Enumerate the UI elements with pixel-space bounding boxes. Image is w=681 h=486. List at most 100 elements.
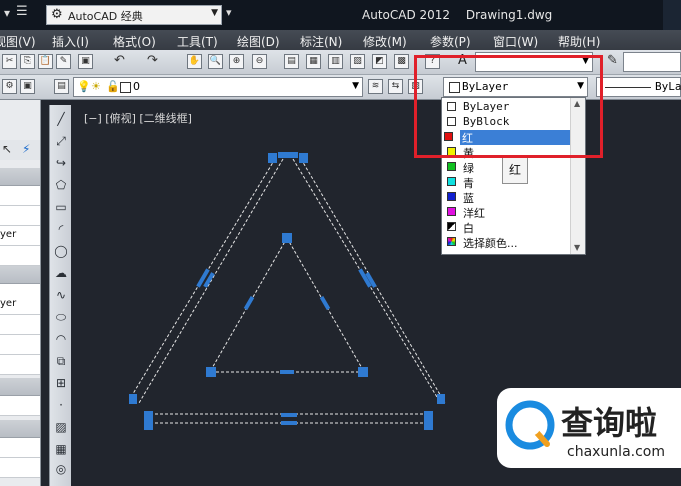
color-option-select-color[interactable]: 选择颜色... <box>445 235 569 250</box>
menu-insert[interactable]: 插入(I) <box>52 33 89 50</box>
list-item[interactable] <box>0 246 40 266</box>
grip[interactable] <box>243 295 255 311</box>
arc-icon[interactable]: ◜ <box>53 221 69 237</box>
color-swatch <box>447 222 456 231</box>
color-option-white[interactable]: 白 <box>445 220 569 235</box>
grip[interactable] <box>299 153 308 163</box>
menu-format[interactable]: 格式(O) <box>113 33 156 50</box>
block-editor-icon[interactable]: ▣ <box>78 54 93 69</box>
menu-help[interactable]: 帮助(H) <box>558 33 600 50</box>
list-item[interactable] <box>0 396 40 416</box>
section-header[interactable] <box>0 168 40 186</box>
scroll-down-icon[interactable]: ▼ <box>574 243 580 252</box>
zoom-realtime-icon[interactable]: 🔍 <box>208 54 223 69</box>
ellipse-arc-icon[interactable]: ◠ <box>53 331 69 347</box>
gear-icon: ⚙ <box>51 7 63 22</box>
color-option-magenta[interactable]: 洋红 <box>445 205 569 220</box>
circle-icon[interactable]: ◯ <box>53 243 69 259</box>
list-item[interactable] <box>0 355 40 375</box>
sheet-set-icon[interactable]: ▧ <box>350 54 365 69</box>
quick-select-icon[interactable]: ⚡ <box>22 142 30 156</box>
option-label: 选择颜色... <box>463 237 518 250</box>
revision-cloud-icon[interactable]: ☁ <box>53 265 69 281</box>
layer-previous-icon[interactable]: ⇆ <box>388 79 403 94</box>
linetype-combo[interactable]: ByLa <box>596 77 681 97</box>
grip[interactable] <box>282 233 292 243</box>
properties-icon[interactable]: ▤ <box>284 54 299 69</box>
make-current-icon[interactable]: ≋ <box>368 79 383 94</box>
cut-icon[interactable]: ✂ <box>2 54 17 69</box>
gradient-icon[interactable]: ▦ <box>53 441 69 457</box>
grip[interactable] <box>129 394 137 404</box>
section-header[interactable] <box>0 378 40 396</box>
grip[interactable] <box>280 370 294 374</box>
watermark-brand: 查询啦 <box>561 404 658 442</box>
dim-style-icon[interactable]: ✎ <box>605 54 620 69</box>
grip[interactable] <box>144 411 153 430</box>
line-icon[interactable]: ╱ <box>53 111 69 127</box>
list-item[interactable] <box>0 206 40 226</box>
undo-icon[interactable]: ↶ <box>112 54 127 69</box>
paste-icon[interactable]: 📋 <box>38 54 53 69</box>
insert-block-icon[interactable]: ⧉ <box>53 353 69 369</box>
pick-icon[interactable]: ↖ <box>2 142 12 156</box>
qat-overflow-icon[interactable]: ▾ <box>4 6 10 20</box>
menu-draw[interactable]: 绘图(D) <box>237 33 280 50</box>
layer-manager-icon[interactable]: ▤ <box>54 79 69 94</box>
section-header[interactable] <box>0 266 40 284</box>
tool-palettes-icon[interactable]: ▥ <box>328 54 343 69</box>
section-header[interactable] <box>0 420 40 438</box>
layer-combo[interactable]: 💡 ☀ 🔓 0 ▼ <box>73 77 363 97</box>
viewport-controls[interactable]: [−] [俯视] [二维线框] <box>84 110 192 126</box>
polygon-icon[interactable]: ⬠ <box>53 177 69 193</box>
menu-window[interactable]: 窗口(W) <box>493 33 538 50</box>
spline-icon[interactable]: ∿ <box>53 287 69 303</box>
zoom-previous-icon[interactable]: ⊖ <box>252 54 267 69</box>
list-item[interactable] <box>0 458 40 478</box>
layer-states-icon[interactable]: ▣ <box>20 79 35 94</box>
ellipse-icon[interactable]: ⬭ <box>53 309 69 325</box>
grip[interactable] <box>358 367 368 377</box>
redo-icon[interactable]: ↷ <box>145 54 160 69</box>
region-icon[interactable]: ◎ <box>53 461 69 477</box>
dim-style-combo[interactable] <box>623 52 681 72</box>
copy-icon[interactable]: ⎘ <box>20 54 35 69</box>
grip[interactable] <box>319 295 331 311</box>
list-item[interactable]: yer <box>0 226 40 246</box>
qat-dropdown-icon[interactable]: ☰ <box>16 4 28 19</box>
grip[interactable] <box>206 367 216 377</box>
point-icon[interactable]: · <box>53 397 69 413</box>
color-option-blue[interactable]: 蓝 <box>445 190 569 205</box>
make-block-icon[interactable]: ⊞ <box>53 375 69 391</box>
grip[interactable] <box>281 421 297 425</box>
hatch-icon[interactable]: ▨ <box>53 419 69 435</box>
menu-dimension[interactable]: 标注(N) <box>300 33 342 50</box>
list-item[interactable] <box>0 335 40 355</box>
menu-view[interactable]: 视图(V) <box>0 33 36 50</box>
list-item[interactable] <box>0 438 40 458</box>
menu-tools[interactable]: 工具(T) <box>177 33 218 50</box>
customize-qat-icon[interactable]: ▾ <box>226 6 232 19</box>
menu-parametric[interactable]: 参数(P) <box>430 33 471 50</box>
grip[interactable] <box>437 394 445 404</box>
list-item[interactable] <box>0 315 40 335</box>
rectangle-icon[interactable]: ▭ <box>53 199 69 215</box>
pan-icon[interactable]: ✋ <box>187 54 202 69</box>
list-item[interactable]: yer <box>0 296 40 315</box>
window-controls[interactable] <box>663 0 681 30</box>
grip[interactable] <box>281 413 297 417</box>
grip[interactable] <box>424 411 433 430</box>
layer-properties-icon[interactable]: ⚙ <box>2 79 17 94</box>
grip[interactable] <box>268 153 277 163</box>
workspace-select[interactable]: ⚙ AutoCAD 经典 ▼ <box>46 5 222 25</box>
menu-modify[interactable]: 修改(M) <box>363 33 407 50</box>
match-properties-icon[interactable]: ✎ <box>56 54 71 69</box>
design-center-icon[interactable]: ▦ <box>306 54 321 69</box>
zoom-window-icon[interactable]: ⊕ <box>229 54 244 69</box>
calculator-icon[interactable]: ▩ <box>394 54 409 69</box>
construction-line-icon[interactable]: ⤢ <box>53 133 69 149</box>
markup-icon[interactable]: ◩ <box>372 54 387 69</box>
list-item[interactable] <box>0 186 40 206</box>
grip[interactable] <box>278 152 298 158</box>
polyline-icon[interactable]: ↪ <box>53 155 69 171</box>
